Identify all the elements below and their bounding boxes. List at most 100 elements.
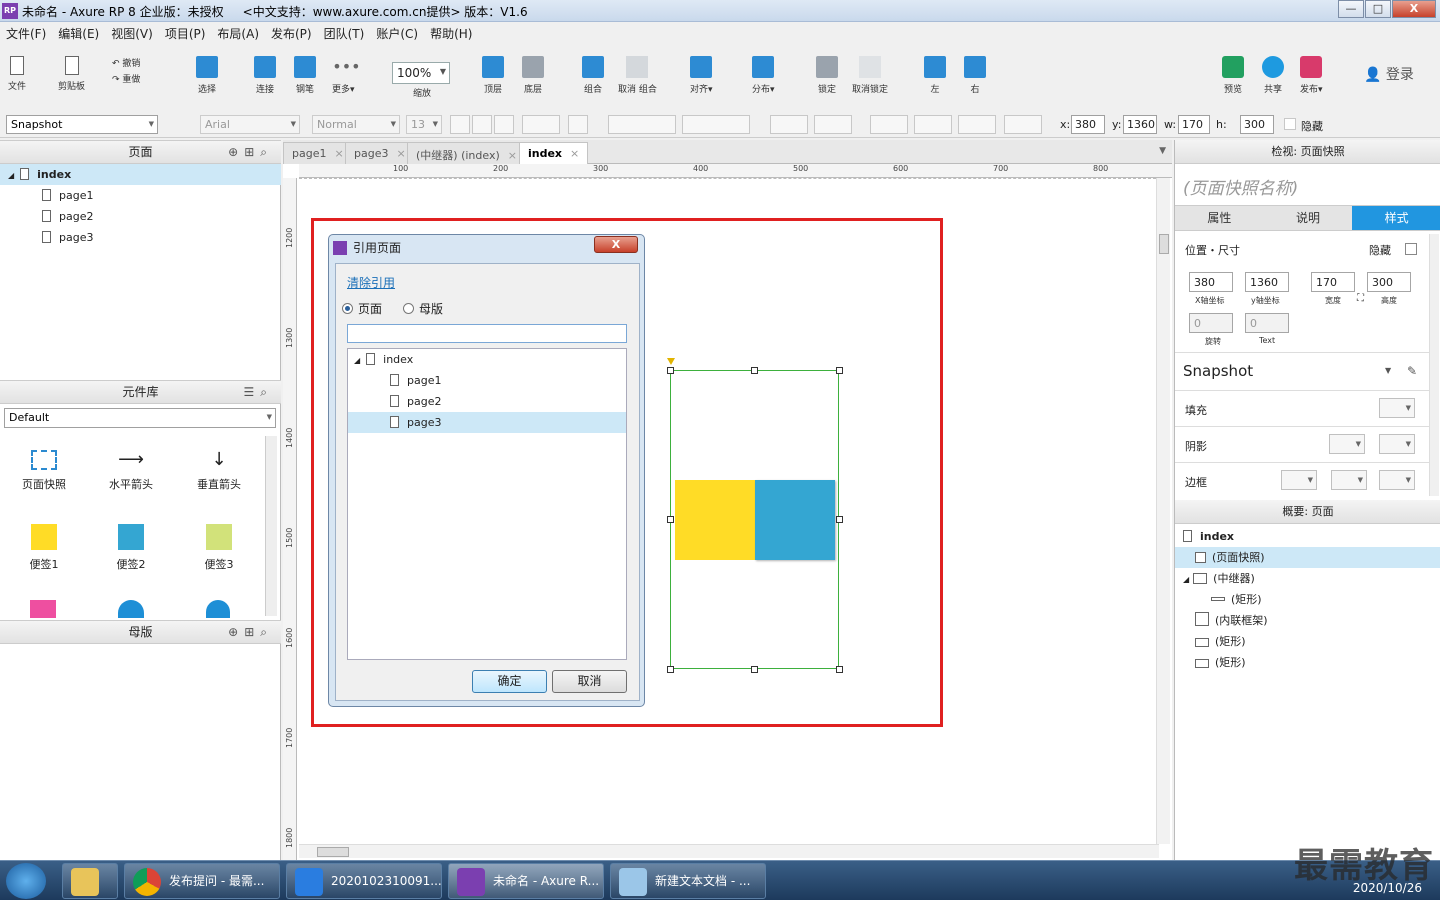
edit-style-icon[interactable]: ✎ xyxy=(1407,364,1417,378)
widget-horizontal-arrow[interactable]: ⟶ 水平箭头 xyxy=(91,450,171,492)
text-rotation-input[interactable]: 0 xyxy=(1245,313,1289,333)
tab-notes[interactable]: 说明 xyxy=(1264,206,1353,230)
redo-button[interactable]: ↷ 重做 xyxy=(112,72,140,88)
font-weight-select[interactable]: Normal xyxy=(312,115,400,134)
close-tab-icon[interactable]: × xyxy=(334,147,343,160)
dialog-search-input[interactable] xyxy=(347,324,627,343)
menu-edit[interactable]: 编辑(E) xyxy=(58,25,99,42)
widget-sticky-1[interactable]: 便签1 xyxy=(4,524,84,572)
line-width-button[interactable] xyxy=(914,115,952,134)
tabs-dropdown-icon[interactable]: ▼ xyxy=(1159,146,1166,156)
taskbar-explorer[interactable] xyxy=(62,863,118,899)
resize-handle[interactable] xyxy=(667,516,674,523)
menu-project[interactable]: 项目(P) xyxy=(165,25,206,42)
close-tab-icon[interactable]: × xyxy=(508,149,517,162)
inspector-w-input[interactable]: 170 xyxy=(1311,272,1355,292)
line-style-button[interactable] xyxy=(958,115,996,134)
clipboard-button[interactable]: 剪贴板 xyxy=(58,56,85,92)
send-to-back-button[interactable]: 底层 xyxy=(522,56,544,95)
align-right-button[interactable]: 右 xyxy=(964,56,986,95)
pink-sticky-icon[interactable] xyxy=(30,600,56,618)
resize-handle[interactable] xyxy=(836,516,843,523)
radio-page[interactable]: 页面 xyxy=(342,300,382,317)
canvas-vertical-scrollbar[interactable] xyxy=(1156,178,1170,844)
border-width-dropdown[interactable] xyxy=(1281,470,1317,490)
menu-help[interactable]: 帮助(H) xyxy=(430,25,472,42)
close-button[interactable]: X xyxy=(1392,0,1436,18)
cancel-button[interactable]: 取消 xyxy=(552,670,627,693)
line-color-button[interactable] xyxy=(870,115,908,134)
italic-button[interactable] xyxy=(472,115,492,134)
menu-view[interactable]: 视图(V) xyxy=(111,25,153,42)
zoom-select[interactable]: 100% xyxy=(392,62,450,84)
tab-index[interactable]: index × xyxy=(519,142,589,165)
close-tab-icon[interactable]: × xyxy=(396,147,405,160)
outline-item-inline-frame[interactable]: (内联框架) xyxy=(1175,610,1440,631)
align-left-button[interactable]: 左 xyxy=(924,56,946,95)
taskbar-chrome[interactable]: 发布提问 - 最需... xyxy=(124,863,280,899)
resize-handle[interactable] xyxy=(751,666,758,673)
widget-sticky-2[interactable]: 便签2 xyxy=(91,524,171,572)
radio-master[interactable]: 母版 xyxy=(403,300,443,317)
shadow-button[interactable] xyxy=(814,115,852,134)
blue-marker-icon[interactable] xyxy=(206,600,230,618)
bring-to-front-button[interactable]: 顶层 xyxy=(482,56,504,95)
widget-name-input[interactable]: (页面快照名称) xyxy=(1183,174,1298,199)
library-scrollbar[interactable] xyxy=(265,436,277,616)
hidden-checkbox[interactable] xyxy=(1405,243,1417,255)
outline-item-index[interactable]: index xyxy=(1175,526,1440,547)
connect-button[interactable]: 连接 xyxy=(254,56,276,95)
resize-handle[interactable] xyxy=(836,666,843,673)
resize-handle[interactable] xyxy=(836,367,843,374)
unlock-button[interactable]: 取消锁定 xyxy=(852,56,888,95)
distribute-button[interactable]: 分布▾ xyxy=(752,56,775,95)
edit-style-icon[interactable] xyxy=(165,115,185,134)
y-input[interactable]: 1360 xyxy=(1123,115,1157,134)
tab-repeater-index[interactable]: (中继器) (index) × xyxy=(407,142,526,164)
vertical-align-group[interactable] xyxy=(682,115,750,134)
outline-item-snapshot[interactable]: (页面快照) xyxy=(1175,547,1440,568)
h-input[interactable]: 300 xyxy=(1240,115,1274,134)
page-tree-item-page3[interactable]: page3 xyxy=(0,227,281,248)
underline-button[interactable] xyxy=(494,115,514,134)
text-align-group[interactable] xyxy=(608,115,676,134)
ok-button[interactable]: 确定 xyxy=(472,670,547,693)
pen-button[interactable]: 钢笔 xyxy=(294,56,316,95)
tab-style[interactable]: 样式 xyxy=(1352,206,1440,230)
fill-color-button[interactable] xyxy=(770,115,808,134)
undo-button[interactable]: ↶ 撤销 xyxy=(112,56,140,72)
hidden-checkbox[interactable] xyxy=(1284,118,1296,130)
select-button[interactable]: 选择 xyxy=(196,56,218,95)
inspector-h-input[interactable]: 300 xyxy=(1367,272,1411,292)
tab-page1[interactable]: page1 × xyxy=(283,142,353,164)
border-style-dropdown[interactable] xyxy=(1379,470,1415,490)
border-color-dropdown[interactable] xyxy=(1331,470,1367,490)
page-tree-item-page2[interactable]: page2 xyxy=(0,206,281,227)
start-button[interactable] xyxy=(6,863,46,899)
bullet-button[interactable] xyxy=(568,115,588,134)
align-button[interactable]: 对齐▾ xyxy=(690,56,713,95)
scroll-thumb[interactable] xyxy=(1159,234,1169,254)
page-tree-item-page1[interactable]: page1 xyxy=(0,185,281,206)
widget-sticky-3[interactable]: 便签3 xyxy=(179,524,259,572)
menu-file[interactable]: 文件(F) xyxy=(6,25,46,42)
maximize-button[interactable]: □ xyxy=(1365,0,1391,18)
close-tab-icon[interactable]: × xyxy=(570,147,579,160)
tab-page3[interactable]: page3 × xyxy=(345,142,415,164)
resize-handle[interactable] xyxy=(751,367,758,374)
menu-layout[interactable]: 布局(A) xyxy=(217,25,259,42)
text-color-button[interactable] xyxy=(522,115,560,134)
anchor-marker-icon[interactable] xyxy=(667,358,675,365)
pages-header-icons[interactable]: ⊕⊞⌕ xyxy=(228,141,273,163)
menu-team[interactable]: 团队(T) xyxy=(324,25,365,42)
canvas-horizontal-scrollbar[interactable] xyxy=(299,844,1159,858)
style-dropdown-icon[interactable]: ▼ xyxy=(1385,366,1391,375)
resize-handle[interactable] xyxy=(667,367,674,374)
arrow-style-button[interactable] xyxy=(1004,115,1042,134)
masters-header-icons[interactable]: ⊕⊞⌕ xyxy=(228,621,273,643)
style-select[interactable]: Snapshot xyxy=(6,115,158,134)
publish-button[interactable]: 发布▾ xyxy=(1300,56,1323,95)
outline-item-rect-1[interactable]: (矩形) xyxy=(1175,631,1440,652)
more-button[interactable]: ••• 更多▾ xyxy=(332,56,361,95)
collapse-triangle-icon[interactable]: ◢ xyxy=(8,171,14,180)
